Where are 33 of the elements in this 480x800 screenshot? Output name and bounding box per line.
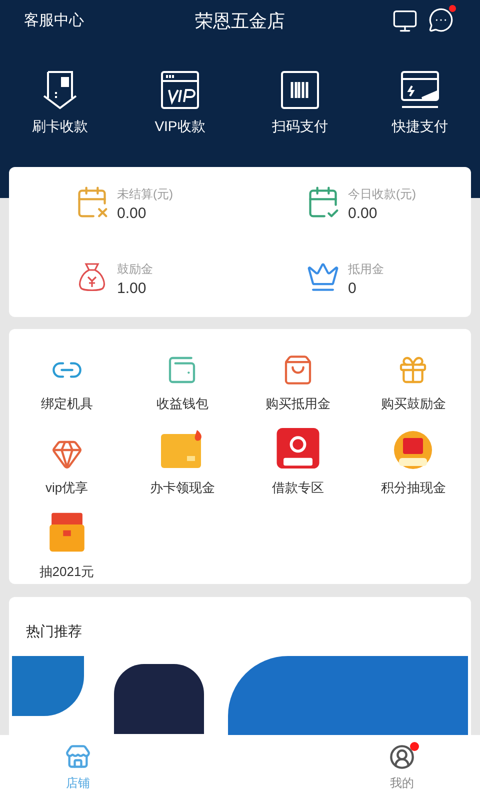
monitor-icon[interactable] — [392, 8, 418, 34]
service-item[interactable]: 抽2021元 — [9, 511, 124, 581]
stat-value: 0.00 — [117, 204, 148, 224]
quick-action-button[interactable]: 快捷支付 — [360, 70, 480, 137]
service-item[interactable]: 收益钱包 — [124, 343, 240, 413]
customer-service-link[interactable]: 客服中心 — [24, 10, 84, 32]
stat-label: 今日收款(元) — [348, 186, 416, 203]
stat-label: 抵用金 — [348, 260, 384, 278]
service-item[interactable]: 购买抵用金 — [240, 343, 356, 413]
service-item[interactable]: 绑定机具 — [9, 343, 124, 413]
coin-prize-icon — [393, 430, 434, 470]
flash-window-icon — [400, 70, 440, 110]
store-title: 荣恩五金店 — [195, 10, 285, 32]
stat-value: 1.00 — [117, 278, 148, 298]
nav-tab[interactable]: 我的 — [372, 735, 432, 800]
stat-value: 0 — [348, 278, 358, 298]
service-item[interactable]: 购买鼓励金 — [356, 343, 471, 413]
quick-action-button[interactable]: VIP收款 — [120, 70, 240, 137]
stat-value: 0.00 — [348, 204, 378, 224]
quick-action-button[interactable]: 刷卡收款 — [0, 70, 120, 137]
hot-title: 热门推荐 — [25, 622, 83, 641]
user-icon — [389, 744, 415, 770]
loan-app-icon — [274, 427, 321, 470]
vip-window-icon — [160, 70, 200, 110]
service-item[interactable]: vip优享 — [9, 427, 124, 497]
stat-label: 鼓励金 — [117, 260, 153, 278]
stat-label: 未结算(元) — [117, 186, 173, 203]
service-item[interactable]: 借款专区 — [240, 427, 356, 497]
quick-action-button[interactable]: 扫码支付 — [240, 70, 360, 137]
barcode-icon — [280, 70, 320, 110]
service-item[interactable]: 办卡领现金 — [124, 427, 240, 497]
service-item[interactable]: 积分抽现金 — [356, 427, 471, 497]
store-icon — [65, 744, 91, 770]
